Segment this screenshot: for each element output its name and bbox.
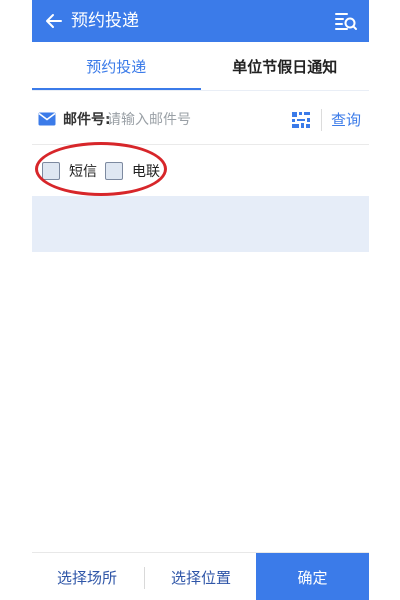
content-area bbox=[32, 252, 369, 552]
arrow-left-icon bbox=[46, 14, 62, 28]
tab-appointment-delivery[interactable]: 预约投递 bbox=[32, 42, 201, 90]
envelope-icon bbox=[38, 112, 56, 126]
sms-label: 短信 bbox=[69, 164, 97, 180]
query-button[interactable]: 查询 bbox=[331, 109, 361, 131]
select-venue-button[interactable]: 选择场所 bbox=[32, 553, 142, 600]
phone-option[interactable]: 电联 bbox=[105, 160, 160, 182]
tracking-number-row: 邮件号: 查询 bbox=[32, 96, 369, 145]
top-bar: 预约投递 bbox=[32, 0, 369, 42]
sms-checkbox[interactable] bbox=[42, 162, 60, 180]
scan-code-icon[interactable] bbox=[291, 111, 311, 129]
confirm-button[interactable]: 确定 bbox=[256, 553, 369, 600]
info-band bbox=[32, 196, 369, 252]
back-button[interactable] bbox=[42, 9, 66, 33]
notify-options: 短信 电联 bbox=[32, 150, 369, 194]
sms-option[interactable]: 短信 bbox=[42, 160, 97, 182]
phone-checkbox[interactable] bbox=[105, 162, 123, 180]
tracking-number-input[interactable] bbox=[107, 108, 277, 132]
tab-bar: 预约投递 单位节假日通知 bbox=[32, 42, 369, 91]
select-location-button[interactable]: 选择位置 bbox=[146, 553, 256, 600]
tracking-number-label: 邮件号: bbox=[63, 112, 111, 128]
tab-holiday-notice[interactable]: 单位节假日通知 bbox=[201, 42, 370, 90]
divider bbox=[321, 109, 322, 131]
page-title: 预约投递 bbox=[71, 11, 139, 31]
app-screen: 预约投递 预约投递 单位节假日通知 邮件号: 请输入邮件号 查询 短信 电联 选… bbox=[32, 0, 369, 600]
bottom-action-bar: 选择场所 选择位置 确定 bbox=[32, 552, 369, 600]
divider bbox=[144, 567, 145, 589]
menu-search-button[interactable] bbox=[333, 8, 359, 34]
list-search-icon bbox=[335, 13, 357, 30]
phone-label: 电联 bbox=[132, 164, 160, 180]
